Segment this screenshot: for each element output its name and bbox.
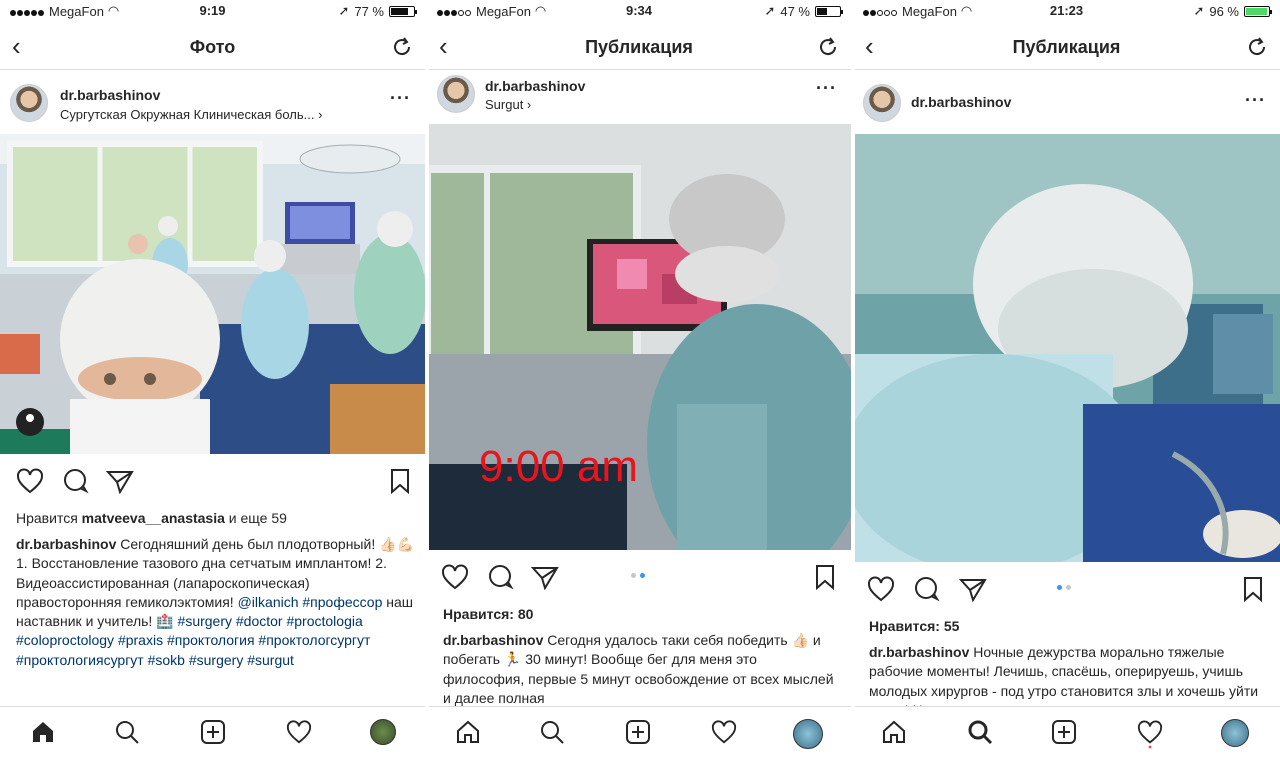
add-post-icon[interactable] bbox=[200, 719, 226, 750]
refresh-icon[interactable] bbox=[391, 36, 413, 58]
post-username[interactable]: dr.barbashinov bbox=[60, 87, 160, 103]
panel-1: MegaFon ◠ 9:19 ➚ 77 % ‹ Фото dr.barbashino… bbox=[0, 0, 425, 758]
tab-bar bbox=[427, 706, 851, 758]
likes-label: Нравится: 80 bbox=[443, 606, 534, 622]
refresh-icon[interactable] bbox=[1246, 36, 1268, 58]
post-caption: dr.barbashinov Сегодня удалось таки себя… bbox=[443, 631, 835, 706]
profile-avatar-icon[interactable] bbox=[370, 719, 396, 745]
profile-avatar-icon[interactable] bbox=[1221, 719, 1249, 747]
likes-user[interactable]: matveeva__anastasia bbox=[82, 510, 225, 526]
post-actions bbox=[427, 562, 851, 598]
carousel-pager bbox=[631, 573, 645, 578]
caption-author[interactable]: dr.barbashinov bbox=[869, 644, 969, 660]
nav-title: Публикация bbox=[1012, 37, 1121, 57]
location-arrow-icon: ➚ bbox=[764, 3, 776, 18]
location-arrow-icon: ➚ bbox=[338, 3, 350, 18]
likes-suffix: и еще 59 bbox=[224, 510, 287, 526]
home-icon[interactable] bbox=[455, 719, 481, 750]
profile-avatar-icon[interactable] bbox=[793, 719, 823, 749]
activity-heart-icon[interactable] bbox=[711, 719, 737, 750]
bookmark-icon[interactable] bbox=[390, 468, 410, 494]
panel-divider bbox=[425, 0, 429, 758]
operating-room-photo bbox=[0, 134, 425, 454]
likes-count[interactable]: Нравится: 80 bbox=[443, 606, 533, 622]
add-post-icon[interactable] bbox=[625, 719, 651, 750]
battery-icon bbox=[389, 5, 417, 17]
comment-icon[interactable] bbox=[62, 468, 90, 494]
status-bar: MegaFon ◠ 9:19 ➚ 77 % bbox=[0, 0, 425, 22]
comment-icon[interactable] bbox=[913, 576, 941, 602]
avatar[interactable] bbox=[863, 84, 901, 122]
more-options-icon[interactable]: ··· bbox=[390, 88, 411, 109]
nav-title: Фото bbox=[189, 37, 236, 57]
bookmark-icon[interactable] bbox=[1243, 576, 1263, 602]
add-post-icon[interactable] bbox=[1051, 719, 1077, 750]
post-photo[interactable] bbox=[853, 134, 1280, 562]
likes-line: Нравится matveeva__anastasia и еще 59 bbox=[16, 510, 287, 526]
share-icon[interactable] bbox=[959, 576, 987, 602]
likes-count[interactable]: Нравится: 55 bbox=[869, 618, 959, 634]
nav-bar: ‹ Публикация bbox=[427, 24, 851, 70]
home-icon[interactable] bbox=[881, 719, 907, 750]
like-heart-icon[interactable] bbox=[867, 576, 895, 602]
post-username[interactable]: dr.barbashinov bbox=[485, 78, 585, 94]
post-caption: dr.barbashinov Сегодняшний день был плод… bbox=[16, 535, 414, 706]
search-icon[interactable] bbox=[967, 719, 993, 750]
avatar[interactable] bbox=[437, 75, 475, 113]
share-icon[interactable] bbox=[106, 468, 134, 494]
battery-icon bbox=[1244, 5, 1272, 17]
battery-percent: 77 % bbox=[354, 3, 384, 19]
post-actions bbox=[853, 574, 1280, 610]
status-bar: MegaFon ◠ 21:23 ➚ 96 % bbox=[853, 0, 1280, 22]
carousel-pager bbox=[1057, 585, 1071, 590]
home-icon[interactable] bbox=[30, 719, 56, 750]
post-header: dr.barbashinov Surgut › ··· bbox=[427, 70, 851, 130]
share-icon[interactable] bbox=[531, 564, 559, 590]
caption-author[interactable]: dr.barbashinov bbox=[16, 536, 116, 552]
post-username[interactable]: dr.barbashinov bbox=[911, 94, 1011, 110]
comment-icon[interactable] bbox=[487, 564, 515, 590]
nav-bar: ‹ Публикация bbox=[853, 24, 1280, 70]
tab-bar bbox=[0, 706, 425, 758]
search-icon[interactable] bbox=[539, 719, 565, 750]
post-location[interactable]: Сургутская Окружная Клиническая боль... … bbox=[60, 107, 322, 122]
tab-bar bbox=[853, 706, 1280, 758]
more-options-icon[interactable]: ··· bbox=[1245, 90, 1266, 111]
panel-2: MegaFon ◠ 9:34 ➚ 47 % ‹ Публикация dr.barb… bbox=[427, 0, 851, 758]
avatar[interactable] bbox=[10, 84, 48, 122]
panel-3: MegaFon ◠ 21:23 ➚ 96 % ‹ Публикация dr.bar… bbox=[853, 0, 1280, 758]
caption-mention[interactable]: @ilkanich bbox=[238, 594, 299, 610]
like-heart-icon[interactable] bbox=[441, 564, 469, 590]
caption-author[interactable]: dr.barbashinov bbox=[443, 632, 543, 648]
likes-prefix: Нравится bbox=[16, 510, 82, 526]
activity-heart-icon[interactable] bbox=[1137, 719, 1163, 754]
post-actions bbox=[0, 464, 425, 500]
battery-percent: 47 % bbox=[780, 3, 810, 19]
battery-percent: 96 % bbox=[1209, 3, 1239, 19]
post-header: dr.barbashinov ··· bbox=[853, 78, 1280, 138]
nav-bar: ‹ Фото bbox=[0, 24, 425, 70]
photo-overlay-time: 9:00 am bbox=[479, 442, 638, 491]
nav-title: Публикация bbox=[585, 37, 693, 57]
post-location[interactable]: Surgut › bbox=[485, 97, 531, 112]
more-options-icon[interactable]: ··· bbox=[816, 78, 837, 99]
battery-icon bbox=[815, 5, 843, 17]
post-photo[interactable] bbox=[0, 134, 425, 454]
like-heart-icon[interactable] bbox=[16, 468, 44, 494]
panel-divider bbox=[851, 0, 855, 758]
bookmark-icon[interactable] bbox=[815, 564, 835, 590]
activity-heart-icon[interactable] bbox=[286, 719, 312, 750]
search-icon[interactable] bbox=[114, 719, 140, 750]
location-arrow-icon: ➚ bbox=[1193, 3, 1205, 18]
caption-hashtag[interactable]: #профессор bbox=[302, 594, 382, 610]
status-bar: MegaFon ◠ 9:34 ➚ 47 % bbox=[427, 0, 851, 22]
operating-room-photo bbox=[853, 134, 1280, 562]
refresh-icon[interactable] bbox=[817, 36, 839, 58]
likes-label: Нравится: 55 bbox=[869, 618, 960, 634]
post-caption: dr.barbashinov Ночные дежурства морально… bbox=[869, 643, 1264, 706]
post-header: dr.barbashinov Сургутская Окружная Клини… bbox=[0, 78, 425, 138]
